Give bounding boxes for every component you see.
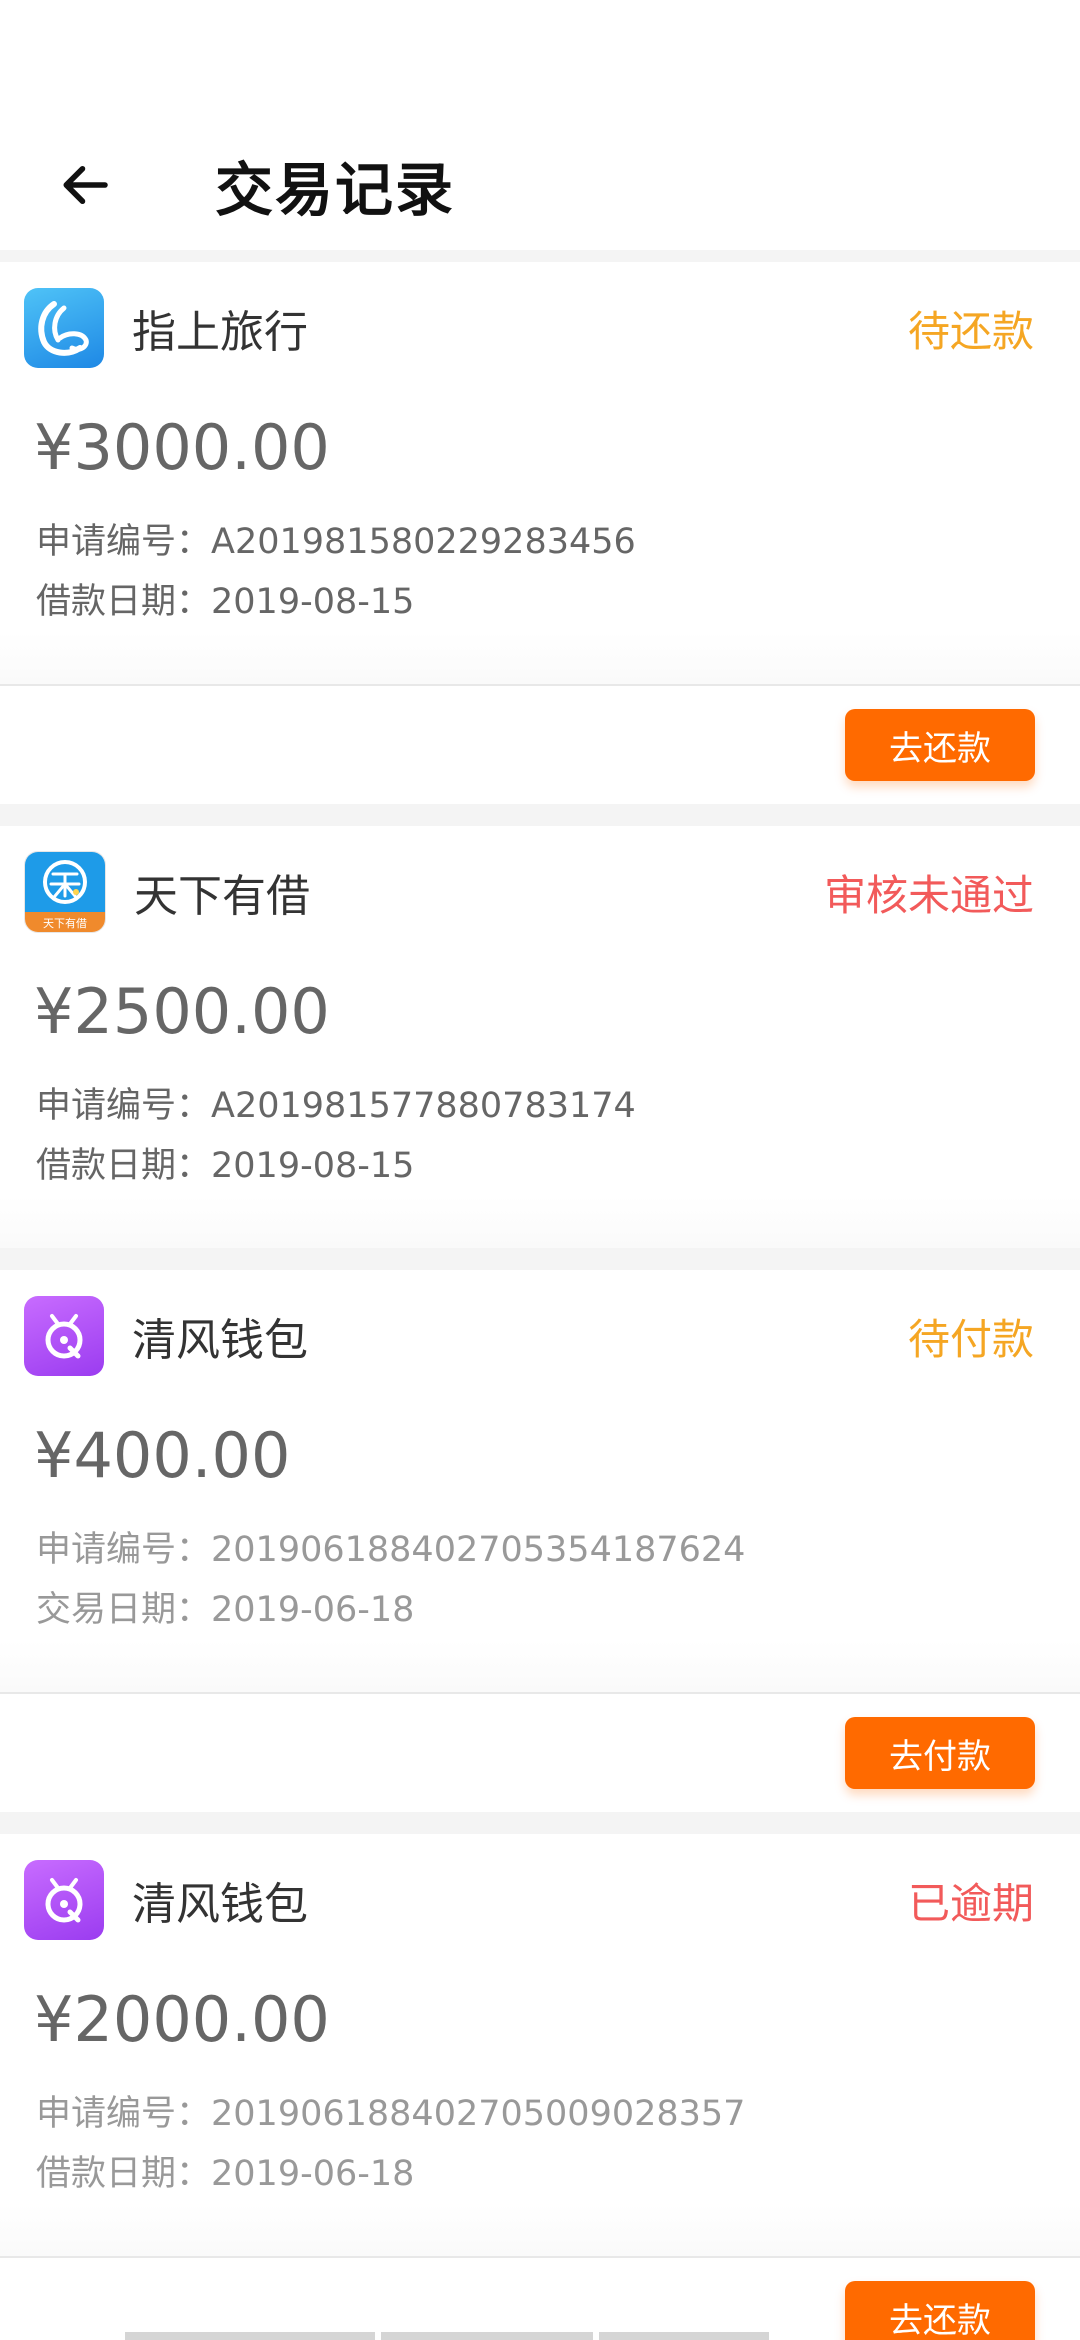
scroll-segment <box>381 2332 593 2340</box>
field-value: 201906188402705009028357 <box>211 2094 746 2134</box>
loan-amount: ¥400.00 <box>34 1419 291 1492</box>
card-actions: 去还款 <box>0 2258 1080 2340</box>
loan-amount: ¥2000.00 <box>34 1983 330 2056</box>
transaction-card: 天下有借 天下有借 审核未通过 ¥2500.00 申请编号：A201981577… <box>0 826 1080 1248</box>
card-actions: 去付款 <box>0 1694 1080 1812</box>
card-gap <box>0 1812 1080 1834</box>
card-body[interactable]: 指上旅行 待还款 ¥3000.00 申请编号：A2019815802292834… <box>0 262 1080 684</box>
application-number-row: 申请编号：A201981577880783174 <box>36 1076 1080 1136</box>
field-label: 申请编号： <box>36 1086 212 1126</box>
scroll-indicator <box>125 2332 955 2340</box>
status-label: 待还款 <box>907 306 1034 356</box>
card-fade <box>0 2204 1080 2256</box>
field-label: 借款日期： <box>36 1146 212 1186</box>
field-label: 借款日期： <box>36 2154 212 2194</box>
status-bar <box>0 0 1080 120</box>
transaction-date-row: 交易日期：2019-06-18 <box>36 1580 1080 1640</box>
loan-date-row: 借款日期：2019-06-18 <box>36 2144 1080 2204</box>
scroll-segment <box>125 2332 375 2340</box>
field-label: 申请编号： <box>36 1530 212 1570</box>
field-value: A201981580229283456 <box>211 522 636 562</box>
card-fade <box>0 632 1080 684</box>
repay-button[interactable]: 去还款 <box>845 709 1035 781</box>
field-value: A201981577880783174 <box>211 1086 636 1126</box>
field-label: 借款日期： <box>36 582 212 622</box>
record-meta: 申请编号：A201981577880783174 借款日期：2019-08-15 <box>0 1076 1080 1196</box>
zhishang-logo-icon <box>24 288 104 368</box>
application-number-row: 申请编号：A201981580229283456 <box>36 512 1080 572</box>
app-root: 交易记录 指上旅行 待还款 ¥3000.00 申请编号：A20198158022… <box>0 0 1080 2340</box>
loan-date-row: 借款日期：2019-08-15 <box>36 1136 1080 1196</box>
transaction-list: 指上旅行 待还款 ¥3000.00 申请编号：A2019815802292834… <box>0 262 1080 2340</box>
page-title: 交易记录 <box>215 156 456 224</box>
status-label: 已逾期 <box>907 1878 1034 1928</box>
top-bar: 交易记录 <box>0 120 1080 250</box>
app-name: 天下有借 <box>134 871 310 922</box>
loan-date-row: 借款日期：2019-08-15 <box>36 572 1080 632</box>
card-body[interactable]: 天下有借 天下有借 审核未通过 ¥2500.00 申请编号：A201981577… <box>0 826 1080 1248</box>
app-name: 清风钱包 <box>132 1315 308 1366</box>
scroll-segment <box>599 2332 769 2340</box>
card-header: 清风钱包 待付款 <box>0 1296 1080 1376</box>
card-gap <box>0 1248 1080 1270</box>
tianxia-logo-icon: 天下有借 <box>24 851 106 933</box>
pay-button[interactable]: 去付款 <box>845 1717 1035 1789</box>
field-value: 2019-06-18 <box>211 2154 415 2194</box>
field-value: 2019-06-18 <box>211 1590 415 1630</box>
record-meta: 申请编号：201906188402705354187624 交易日期：2019-… <box>0 1520 1080 1640</box>
card-header: 指上旅行 待还款 <box>0 288 1080 368</box>
loan-amount: ¥2500.00 <box>34 975 330 1048</box>
field-label: 申请编号： <box>36 2094 212 2134</box>
application-number-row: 申请编号：201906188402705009028357 <box>36 2084 1080 2144</box>
field-value: 201906188402705354187624 <box>211 1530 746 1570</box>
card-body[interactable]: 清风钱包 已逾期 ¥2000.00 申请编号：20190618840270500… <box>0 1834 1080 2256</box>
record-meta: 申请编号：A201981580229283456 借款日期：2019-08-15 <box>0 512 1080 632</box>
qingfeng-logo-icon <box>24 1296 104 1376</box>
field-label: 交易日期： <box>36 1590 212 1630</box>
logo-caption: 天下有借 <box>43 916 87 930</box>
card-fade <box>0 1640 1080 1692</box>
qingfeng-logo-icon <box>24 1860 104 1940</box>
loan-amount: ¥3000.00 <box>34 411 330 484</box>
card-header: 清风钱包 已逾期 <box>0 1860 1080 1940</box>
status-label: 审核未通过 <box>823 870 1034 920</box>
transaction-card: 清风钱包 待付款 ¥400.00 申请编号：201906188402705354… <box>0 1270 1080 1812</box>
arrow-left-icon <box>63 166 108 204</box>
card-body[interactable]: 清风钱包 待付款 ¥400.00 申请编号：201906188402705354… <box>0 1270 1080 1692</box>
application-number-row: 申请编号：201906188402705354187624 <box>36 1520 1080 1580</box>
field-value: 2019-08-15 <box>211 1146 415 1186</box>
field-label: 申请编号： <box>36 522 212 562</box>
transaction-card: 清风钱包 已逾期 ¥2000.00 申请编号：20190618840270500… <box>0 1834 1080 2340</box>
card-gap <box>0 804 1080 826</box>
card-fade <box>0 1196 1080 1248</box>
app-name: 清风钱包 <box>132 1879 308 1930</box>
back-button[interactable] <box>40 140 130 230</box>
record-meta: 申请编号：201906188402705009028357 借款日期：2019-… <box>0 2084 1080 2204</box>
transaction-card: 指上旅行 待还款 ¥3000.00 申请编号：A2019815802292834… <box>0 262 1080 804</box>
field-value: 2019-08-15 <box>211 582 415 622</box>
status-label: 待付款 <box>907 1314 1034 1364</box>
card-header: 天下有借 天下有借 审核未通过 <box>0 851 1080 933</box>
app-name: 指上旅行 <box>132 307 308 358</box>
card-actions: 去还款 <box>0 686 1080 804</box>
